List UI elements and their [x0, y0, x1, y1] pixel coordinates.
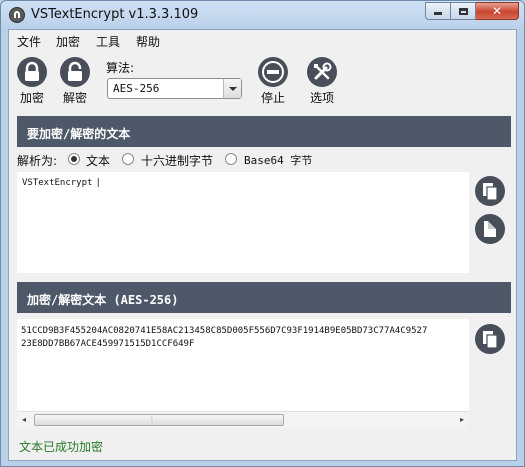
stop-button[interactable]: 停止 [253, 57, 293, 106]
input-text-value: VSTextEncrypt [22, 178, 93, 188]
menu-encrypt[interactable]: 加密 [56, 33, 80, 50]
options-label: 选项 [309, 91, 334, 105]
output-line-1: 51CCD9B3F455204AC0820741E58AC213458C85D0… [21, 326, 428, 336]
radio-hex-label[interactable]: 十六进制字节 [141, 152, 213, 169]
scrollbar-thumb[interactable]: ⦙ [34, 414, 284, 426]
output-section-header: 加密/解密文本 (AES-256) [17, 282, 511, 313]
copy-icon [483, 331, 498, 349]
toolbar: 加密 解密 算法: AES-256 停止 选项 [9, 50, 516, 110]
radio-text-label[interactable]: 文本 [86, 152, 110, 169]
copy-icon [483, 183, 498, 201]
algorithm-select[interactable]: AES-256 [107, 78, 242, 99]
horizontal-scrollbar[interactable]: ◂ ⦙ ▸ [17, 411, 469, 428]
unlock-icon [60, 57, 90, 87]
app-window: VSTextEncrypt v1.3.3.109 ✕ 文件 加密 工具 帮助 加… [0, 0, 525, 467]
window-title: VSTextEncrypt v1.3.3.109 [31, 7, 199, 22]
scroll-right-icon[interactable]: ▸ [460, 415, 464, 424]
lock-icon [17, 57, 47, 87]
stop-label: 停止 [260, 91, 285, 105]
algorithm-value: AES-256 [113, 82, 160, 95]
minimize-icon [434, 12, 442, 15]
input-text: VSTextEncrypt | [22, 178, 101, 188]
minimize-button[interactable] [425, 2, 451, 20]
close-button[interactable]: ✕ [476, 2, 519, 20]
maximize-icon [458, 7, 468, 15]
text-cursor: | [95, 178, 101, 188]
grip-icon: ⦙ [151, 415, 154, 424]
copy-output-button[interactable] [475, 324, 505, 354]
copy-input-button[interactable] [475, 176, 505, 206]
output-textbox[interactable]: 51CCD9B3F455204AC0820741E58AC213458C85D0… [17, 319, 469, 411]
parse-options: 解析为: 文本 十六进制字节 Base64 字节 [17, 151, 507, 169]
app-lock-icon [9, 7, 25, 23]
radio-hex[interactable] [122, 153, 134, 165]
status-text: 文本已成功加密 [19, 440, 104, 454]
menu-bar: 文件 加密 工具 帮助 [9, 30, 516, 50]
stop-icon [258, 57, 288, 87]
title-bar[interactable]: VSTextEncrypt v1.3.3.109 ✕ [1, 1, 524, 29]
menu-tools[interactable]: 工具 [96, 33, 120, 50]
menu-file[interactable]: 文件 [17, 33, 41, 50]
algorithm-label: 算法: [106, 61, 135, 75]
maximize-button[interactable] [451, 2, 476, 20]
output-line-2: 23E8DD7BB67ACE459971515D1CCF649F [21, 339, 195, 349]
decrypt-button[interactable]: 解密 [55, 57, 95, 106]
radio-base64-label[interactable]: Base64 字节 [244, 152, 312, 168]
radio-base64[interactable] [225, 153, 237, 165]
encrypt-label: 加密 [19, 91, 44, 105]
parse-label: 解析为: [17, 154, 58, 168]
client-area: 文件 加密 工具 帮助 加密 解密 算法: AES-256 停止 选项 要加密/… [8, 29, 517, 461]
options-button[interactable]: 选项 [302, 57, 342, 106]
radio-text[interactable] [68, 153, 80, 165]
chevron-down-icon[interactable] [223, 79, 241, 98]
input-textbox[interactable]: VSTextEncrypt | [17, 172, 469, 273]
scroll-left-icon[interactable]: ◂ [22, 415, 26, 424]
tools-icon [307, 57, 337, 87]
document-icon [484, 221, 496, 237]
input-section-header: 要加密/解密的文本 [17, 116, 511, 147]
decrypt-label: 解密 [62, 91, 87, 105]
menu-help[interactable]: 帮助 [136, 33, 160, 50]
window-controls: ✕ [425, 2, 519, 20]
close-icon: ✕ [491, 4, 503, 18]
encrypt-button[interactable]: 加密 [12, 57, 52, 106]
new-document-button[interactable] [475, 214, 505, 244]
